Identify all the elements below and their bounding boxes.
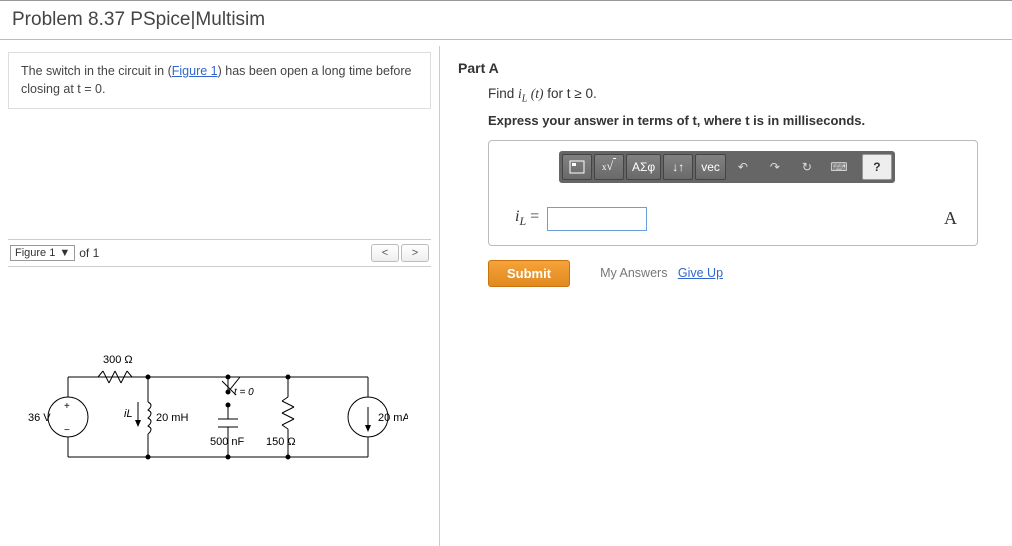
instructions: Express your answer in terms of t, where…	[458, 113, 994, 128]
help-button[interactable]: ?	[862, 154, 892, 180]
submit-button[interactable]: Submit	[488, 260, 570, 287]
figure-next-button[interactable]: >	[401, 244, 429, 262]
answer-box: x√ ΑΣφ ↓↑ vec ↶ ↷ ↻ ⌨ ? iL = A	[488, 140, 978, 246]
svg-text:−: −	[64, 425, 70, 436]
answer-input[interactable]	[547, 207, 647, 231]
subsup-button[interactable]: ↓↑	[663, 154, 693, 180]
page-title: Problem 8.37 PSpice|Multisim	[12, 9, 1000, 31]
equation-row: iL = A	[515, 207, 967, 231]
vsrc-label: 36 V	[28, 412, 51, 424]
my-answers-label: My Answers	[600, 266, 667, 280]
greek-button[interactable]: ΑΣφ	[626, 154, 661, 180]
sqrt-button[interactable]: x√	[594, 154, 624, 180]
problem-panel: The switch in the circuit in (Figure 1) …	[0, 46, 440, 546]
equation-toolbar: x√ ΑΣφ ↓↑ vec ↶ ↷ ↻ ⌨ ?	[559, 151, 895, 183]
prompt-post: for t ≥ 0.	[544, 86, 597, 101]
intro-pre: The switch in the circuit in (	[21, 64, 172, 78]
vec-button[interactable]: vec	[695, 154, 726, 180]
figure-count: of 1	[79, 246, 99, 260]
figure-select-label: Figure 1	[15, 247, 55, 259]
redo-button[interactable]: ↷	[760, 154, 790, 180]
eq-label: iL =	[515, 208, 539, 229]
intro-text: The switch in the circuit in (Figure 1) …	[8, 52, 431, 109]
chevron-down-icon: ▼	[59, 247, 70, 259]
keyboard-button[interactable]: ⌨	[824, 154, 854, 180]
c-label: 500 nF	[210, 436, 245, 448]
svg-text:+: +	[64, 401, 70, 412]
give-up-link[interactable]: Give Up	[678, 266, 723, 280]
actions-row: Submit My Answers Give Up	[488, 260, 994, 287]
figure-select[interactable]: Figure 1 ▼	[10, 245, 75, 261]
figure-bar: Figure 1 ▼ of 1 < >	[8, 239, 431, 267]
l-label: 20 mH	[156, 412, 188, 424]
undo-button[interactable]: ↶	[728, 154, 758, 180]
answer-panel: Part A Find iL (t) for t ≥ 0. Express yo…	[440, 46, 1012, 546]
part-heading: Part A	[458, 54, 994, 86]
unit-label: A	[944, 208, 957, 229]
isrc-label: 20 mA	[378, 412, 408, 424]
switch-label: t = 0	[234, 387, 254, 398]
r1-label: 300 Ω	[103, 354, 133, 366]
templates-button[interactable]	[562, 154, 592, 180]
il-label: iL	[124, 408, 133, 420]
prompt-var: iL (t)	[518, 86, 544, 101]
figure-link[interactable]: Figure 1	[172, 64, 218, 78]
r2-label: 150 Ω	[266, 436, 296, 448]
figure-prev-button[interactable]: <	[371, 244, 399, 262]
circuit-diagram: + − 36 V 300 Ω iL	[8, 347, 431, 487]
prompt-pre: Find	[488, 86, 518, 101]
reset-button[interactable]: ↻	[792, 154, 822, 180]
prompt: Find iL (t) for t ≥ 0.	[458, 86, 994, 105]
